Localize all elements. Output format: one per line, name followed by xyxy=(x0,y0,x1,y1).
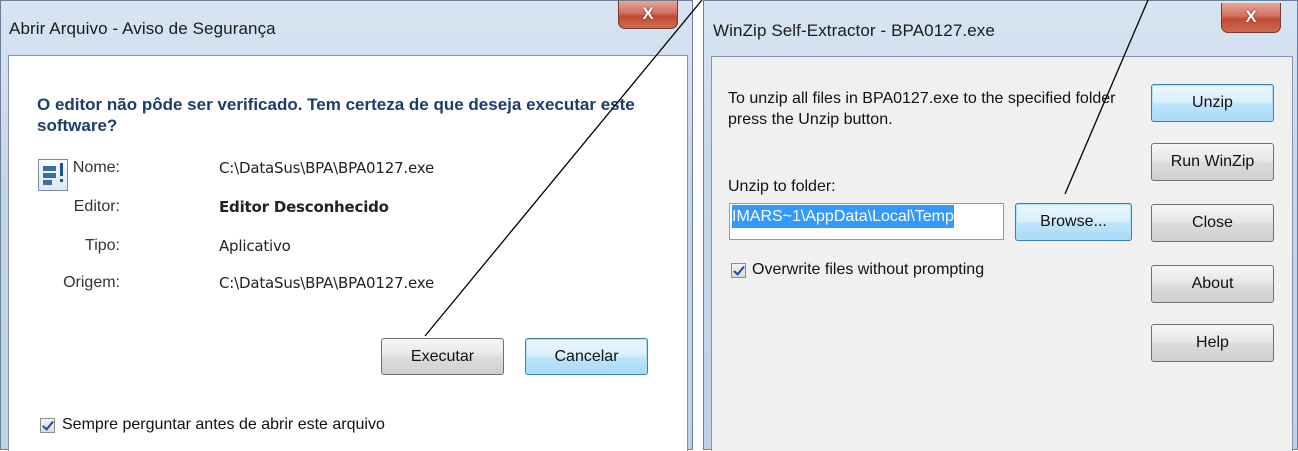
winzip-extractor-window: WinZip Self-Extractor - BPA0127.exe X To… xyxy=(703,0,1298,451)
info-row-origin: Origem: C:\DataSus\BPA\BPA0127.exe xyxy=(9,274,609,298)
unzip-folder-input[interactable]: IMARS~1\AppData\Local\Temp xyxy=(729,203,1004,240)
instructions-text: To unzip all files in BPA0127.exe to the… xyxy=(728,90,1116,128)
unzip-button[interactable]: Unzip xyxy=(1151,84,1274,122)
title-bar[interactable]: WinZip Self-Extractor - BPA0127.exe X xyxy=(704,1,1297,51)
browse-button[interactable]: Browse... xyxy=(1015,203,1132,241)
security-warning-window: Abrir Arquivo - Aviso de Segurança X O e… xyxy=(0,0,693,451)
info-row-publisher: Editor: Editor Desconhecido xyxy=(9,198,609,222)
folder-path-selected: IMARS~1\AppData\Local\Temp xyxy=(732,205,954,228)
help-button[interactable]: Help xyxy=(1151,324,1274,362)
type-value: Aplicativo xyxy=(219,237,291,255)
window-title: Abrir Arquivo - Aviso de Segurança xyxy=(9,19,276,38)
overwrite-label[interactable]: Overwrite files without prompting xyxy=(752,261,984,279)
always-ask-checkbox[interactable] xyxy=(40,418,55,433)
publisher-label: Editor: xyxy=(73,198,120,215)
origin-label: Origem: xyxy=(63,274,120,291)
cancel-button[interactable]: Cancelar xyxy=(525,338,648,375)
close-icon: X xyxy=(642,4,654,23)
always-ask-label[interactable]: Sempre perguntar antes de abrir este arq… xyxy=(62,416,385,434)
about-button[interactable]: About xyxy=(1151,265,1274,303)
name-label: Nome: xyxy=(72,159,120,176)
close-window-button[interactable]: X xyxy=(1221,3,1281,33)
window-title: WinZip Self-Extractor - BPA0127.exe xyxy=(713,21,995,40)
run-button[interactable]: Executar xyxy=(381,338,504,375)
type-label: Tipo: xyxy=(85,237,120,254)
dialog-body: To unzip all files in BPA0127.exe to the… xyxy=(711,56,1293,451)
folder-label: Unzip to folder: xyxy=(728,178,836,195)
info-row-type: Tipo: Aplicativo xyxy=(9,237,609,261)
title-bar[interactable]: Abrir Arquivo - Aviso de Segurança X xyxy=(1,1,692,51)
run-winzip-button[interactable]: Run WinZip xyxy=(1151,143,1274,181)
overwrite-checkbox[interactable] xyxy=(731,263,746,278)
publisher-value: Editor Desconhecido xyxy=(219,198,389,216)
name-value: C:\DataSus\BPA\BPA0127.exe xyxy=(219,159,434,177)
info-row-name: Nome: C:\DataSus\BPA\BPA0127.exe xyxy=(9,159,609,183)
close-button[interactable]: Close xyxy=(1151,204,1274,242)
warning-heading: O editor não pôde ser verificado. Tem ce… xyxy=(37,95,635,135)
close-icon: X xyxy=(1245,7,1257,26)
close-window-button[interactable]: X xyxy=(618,1,678,29)
origin-value: C:\DataSus\BPA\BPA0127.exe xyxy=(219,274,434,292)
dialog-body: O editor não pôde ser verificado. Tem ce… xyxy=(8,55,688,451)
